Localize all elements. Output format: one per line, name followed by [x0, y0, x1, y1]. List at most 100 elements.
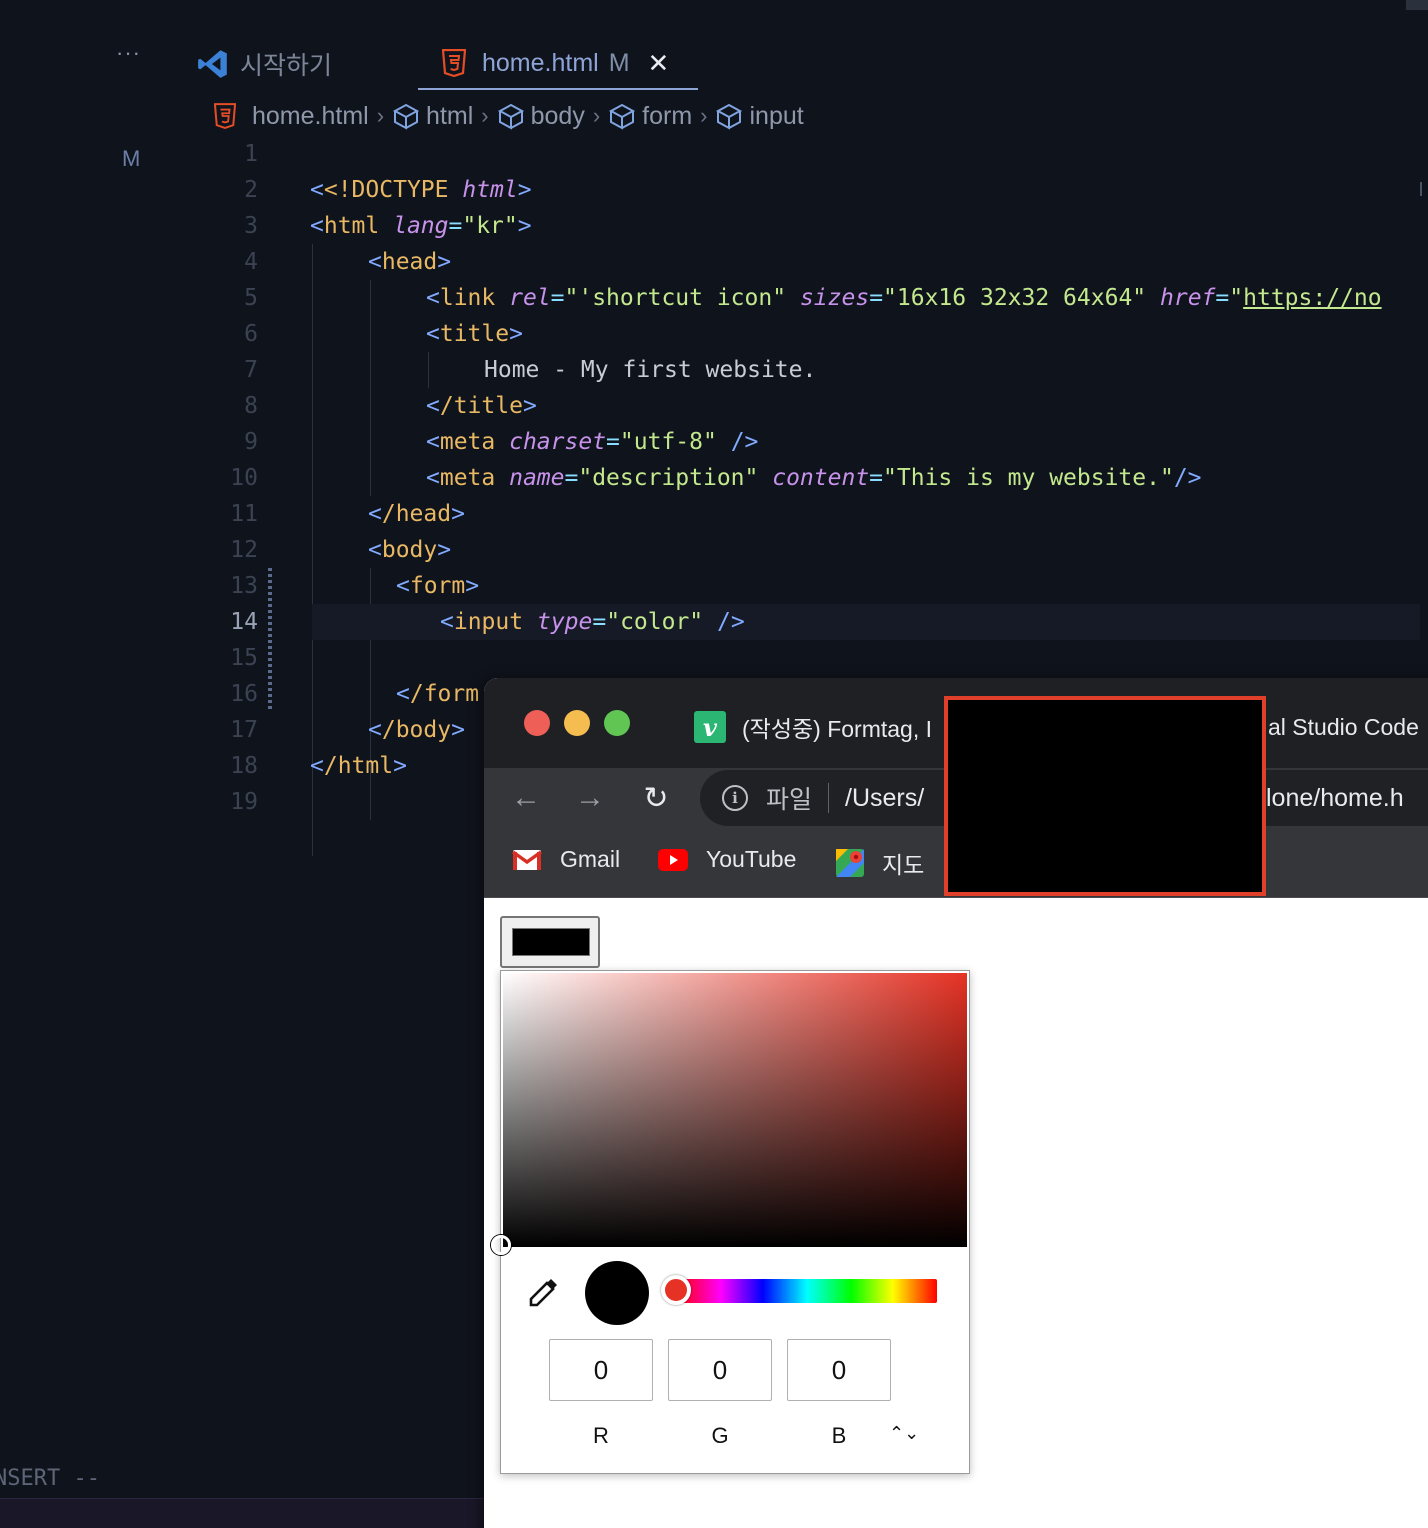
hue-slider[interactable] — [677, 1279, 937, 1303]
bookmark-label: Gmail — [560, 846, 621, 872]
tab-home-html[interactable]: home.html M ✕ — [418, 38, 698, 90]
browser-tab[interactable]: v (작성중) Formtag, I — [694, 710, 932, 744]
info-icon[interactable]: i — [722, 785, 748, 811]
code-link[interactable]: https://no — [1243, 285, 1381, 311]
breadcrumb-body[interactable]: body — [497, 102, 585, 131]
code-token: "description" — [578, 465, 759, 491]
line-number: 11 — [230, 501, 258, 527]
code-token: /html — [323, 753, 394, 779]
address-scheme: 파일 — [766, 786, 813, 814]
line-number: 17 — [230, 717, 258, 743]
close-window-button[interactable] — [524, 710, 550, 736]
code-token: "color" — [606, 609, 704, 635]
chevron-right-icon: › — [481, 103, 489, 128]
vscode-icon — [198, 50, 227, 78]
breadcrumb-label: home.html — [252, 101, 369, 130]
tab-getting-started[interactable]: 시작하기 — [196, 38, 332, 90]
bookmark-label: YouTube — [706, 846, 797, 872]
line-number: 2 — [244, 177, 258, 203]
color-preview — [585, 1261, 649, 1325]
format-toggle-button[interactable]: ⌃⌄ — [889, 1423, 919, 1444]
browser-window: v (작성중) Formtag, I al Studio Code ← → ↻ … — [484, 678, 1428, 1528]
breadcrumb-input[interactable]: input — [715, 101, 804, 131]
code-token: link — [439, 285, 496, 311]
status-bar — [0, 1498, 490, 1528]
code-token: title — [439, 321, 510, 347]
breadcrumb-label: html — [426, 101, 474, 130]
color-input[interactable] — [500, 916, 600, 968]
saturation-value-handle[interactable] — [491, 1235, 511, 1255]
browser-tab-title: (작성중) Formtag, I — [742, 716, 932, 742]
line-number: 18 — [230, 753, 258, 779]
symbol-cube-icon — [716, 103, 743, 130]
line-number: 15 — [230, 645, 258, 671]
line-number: 5 — [244, 285, 258, 311]
line-number: 8 — [244, 393, 258, 419]
line-number: 4 — [244, 249, 258, 275]
breadcrumb-form[interactable]: form — [608, 102, 692, 131]
code-line: 1 — [0, 136, 1428, 172]
maximize-window-button[interactable] — [604, 710, 630, 736]
green-label: G — [711, 1423, 729, 1448]
modified-indicator: M — [608, 48, 630, 77]
color-input-swatch — [512, 928, 590, 956]
minimize-window-button[interactable] — [564, 710, 590, 736]
reload-icon[interactable]: ↻ — [636, 778, 676, 818]
line-number: 16 — [230, 681, 258, 707]
editor-tab-bar: ··· 시작하기 home.html M ✕ — [0, 30, 1428, 90]
code-token: Home - My first website. — [484, 357, 817, 383]
code-line: 3 <html lang="kr"> — [0, 208, 1428, 244]
line-number: 12 — [230, 537, 258, 563]
code-token: content — [772, 465, 870, 491]
forward-arrow-icon[interactable]: → — [570, 778, 610, 818]
code-line-current: 14 <input type="color" /> — [0, 604, 1428, 640]
code-token: /title — [439, 393, 523, 419]
tab-label: 시작하기 — [240, 52, 333, 80]
bookmark-label: 지도 — [882, 852, 925, 878]
blue-value-input[interactable]: 0 — [787, 1339, 891, 1401]
breadcrumb-html[interactable]: html — [392, 102, 473, 131]
more-actions-button[interactable]: ··· — [116, 40, 141, 66]
code-token: "'shortcut icon" — [564, 285, 787, 311]
breadcrumb: home.html › html › body › form › input — [214, 98, 804, 134]
code-token: "16x16 32x32 64x64" — [883, 285, 1147, 311]
code-token: /form — [409, 681, 480, 707]
breadcrumb-label: input — [749, 101, 804, 130]
breadcrumb-file[interactable]: home.html — [214, 102, 369, 131]
code-token: /body — [381, 717, 452, 743]
code-token: body — [381, 537, 438, 563]
red-value-input[interactable]: 0 — [549, 1339, 653, 1401]
youtube-icon — [658, 848, 688, 871]
line-number: 13 — [230, 573, 258, 599]
symbol-cube-icon — [392, 103, 420, 130]
saturation-value-area[interactable] — [503, 973, 967, 1247]
code-token: rel — [509, 285, 551, 311]
code-token: "utf-8" — [619, 429, 717, 455]
address-divider — [828, 783, 830, 813]
line-number: 1 — [244, 141, 258, 167]
symbol-cube-icon — [497, 103, 524, 130]
html5-icon — [214, 103, 236, 129]
window-control-fragment — [1406, 0, 1428, 10]
code-token: type — [536, 609, 593, 635]
bookmark-maps[interactable]: 지도 — [836, 846, 924, 880]
redaction-box — [944, 696, 1266, 896]
blue-label: B — [831, 1423, 847, 1448]
code-line: 5 <link rel="'shortcut icon" sizes="16x1… — [0, 280, 1428, 316]
hue-slider-handle[interactable] — [661, 1275, 691, 1305]
code-token: "This is my website." — [883, 465, 1174, 491]
back-arrow-icon[interactable]: ← — [506, 778, 546, 818]
green-value-input[interactable]: 0 — [668, 1339, 772, 1401]
page-content: 0 0 0 R G B ⌃⌄ — [484, 898, 1428, 1528]
code-line: 12 <body> — [0, 532, 1428, 568]
line-number: 9 — [244, 429, 258, 455]
line-number: 19 — [230, 789, 258, 815]
breadcrumb-label: form — [642, 101, 693, 130]
code-line: 9 <meta charset="utf-8" /> — [0, 424, 1428, 460]
eyedropper-icon[interactable] — [527, 1275, 561, 1309]
bookmark-youtube[interactable]: YouTube — [658, 846, 796, 873]
code-line: 4 <head> — [0, 244, 1428, 280]
close-icon[interactable]: ✕ — [648, 48, 670, 79]
bookmark-gmail[interactable]: Gmail — [512, 846, 620, 873]
tab-label: home.html — [482, 48, 599, 77]
